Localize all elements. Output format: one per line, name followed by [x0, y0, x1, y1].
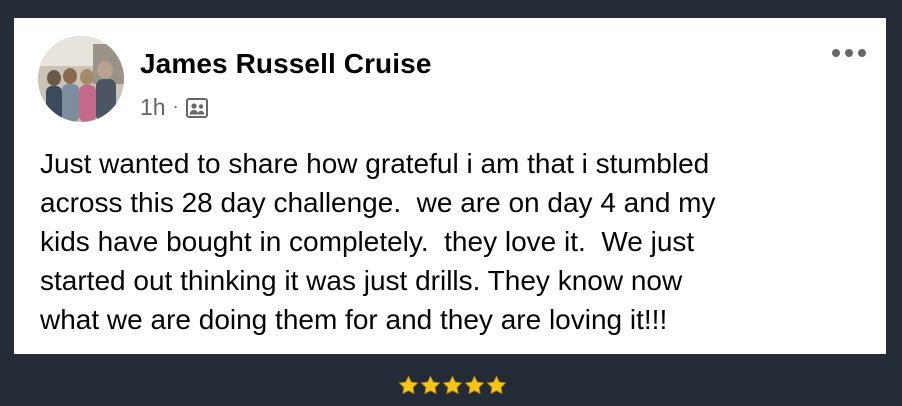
post-body-line: Just wanted to share how grateful i am t…: [40, 148, 710, 179]
star-icon: [442, 375, 463, 395]
post-body-line: across this 28 day challenge. we are on …: [40, 187, 716, 218]
family-photo-icon: [38, 36, 124, 122]
friends-icon[interactable]: [185, 97, 209, 119]
post-body-line: started out thinking it was just drills.…: [40, 265, 683, 296]
five-star-rating: [398, 375, 507, 395]
post-body-text: Just wanted to share how grateful i am t…: [40, 144, 870, 339]
more-dot: [845, 49, 853, 57]
meta-separator: ·: [172, 96, 179, 116]
facebook-post-card: James Russell Cruise 1h · Just wanted to…: [14, 18, 886, 354]
more-options-icon[interactable]: [832, 42, 866, 64]
star-icon: [420, 375, 441, 395]
more-dot: [858, 49, 866, 57]
post-body-line: what we are doing them for and they are …: [40, 304, 668, 335]
star-icon: [398, 375, 419, 395]
post-timestamp[interactable]: 1h: [140, 94, 166, 121]
post-meta: 1h ·: [140, 94, 209, 121]
post-author-name[interactable]: James Russell Cruise: [140, 48, 432, 80]
star-icon: [464, 375, 485, 395]
post-body-line: kids have bought in completely. they lov…: [40, 226, 695, 257]
testimonial-page: James Russell Cruise 1h · Just wanted to…: [0, 0, 902, 406]
avatar[interactable]: [38, 36, 124, 122]
star-icon: [486, 375, 507, 395]
more-dot: [832, 49, 840, 57]
